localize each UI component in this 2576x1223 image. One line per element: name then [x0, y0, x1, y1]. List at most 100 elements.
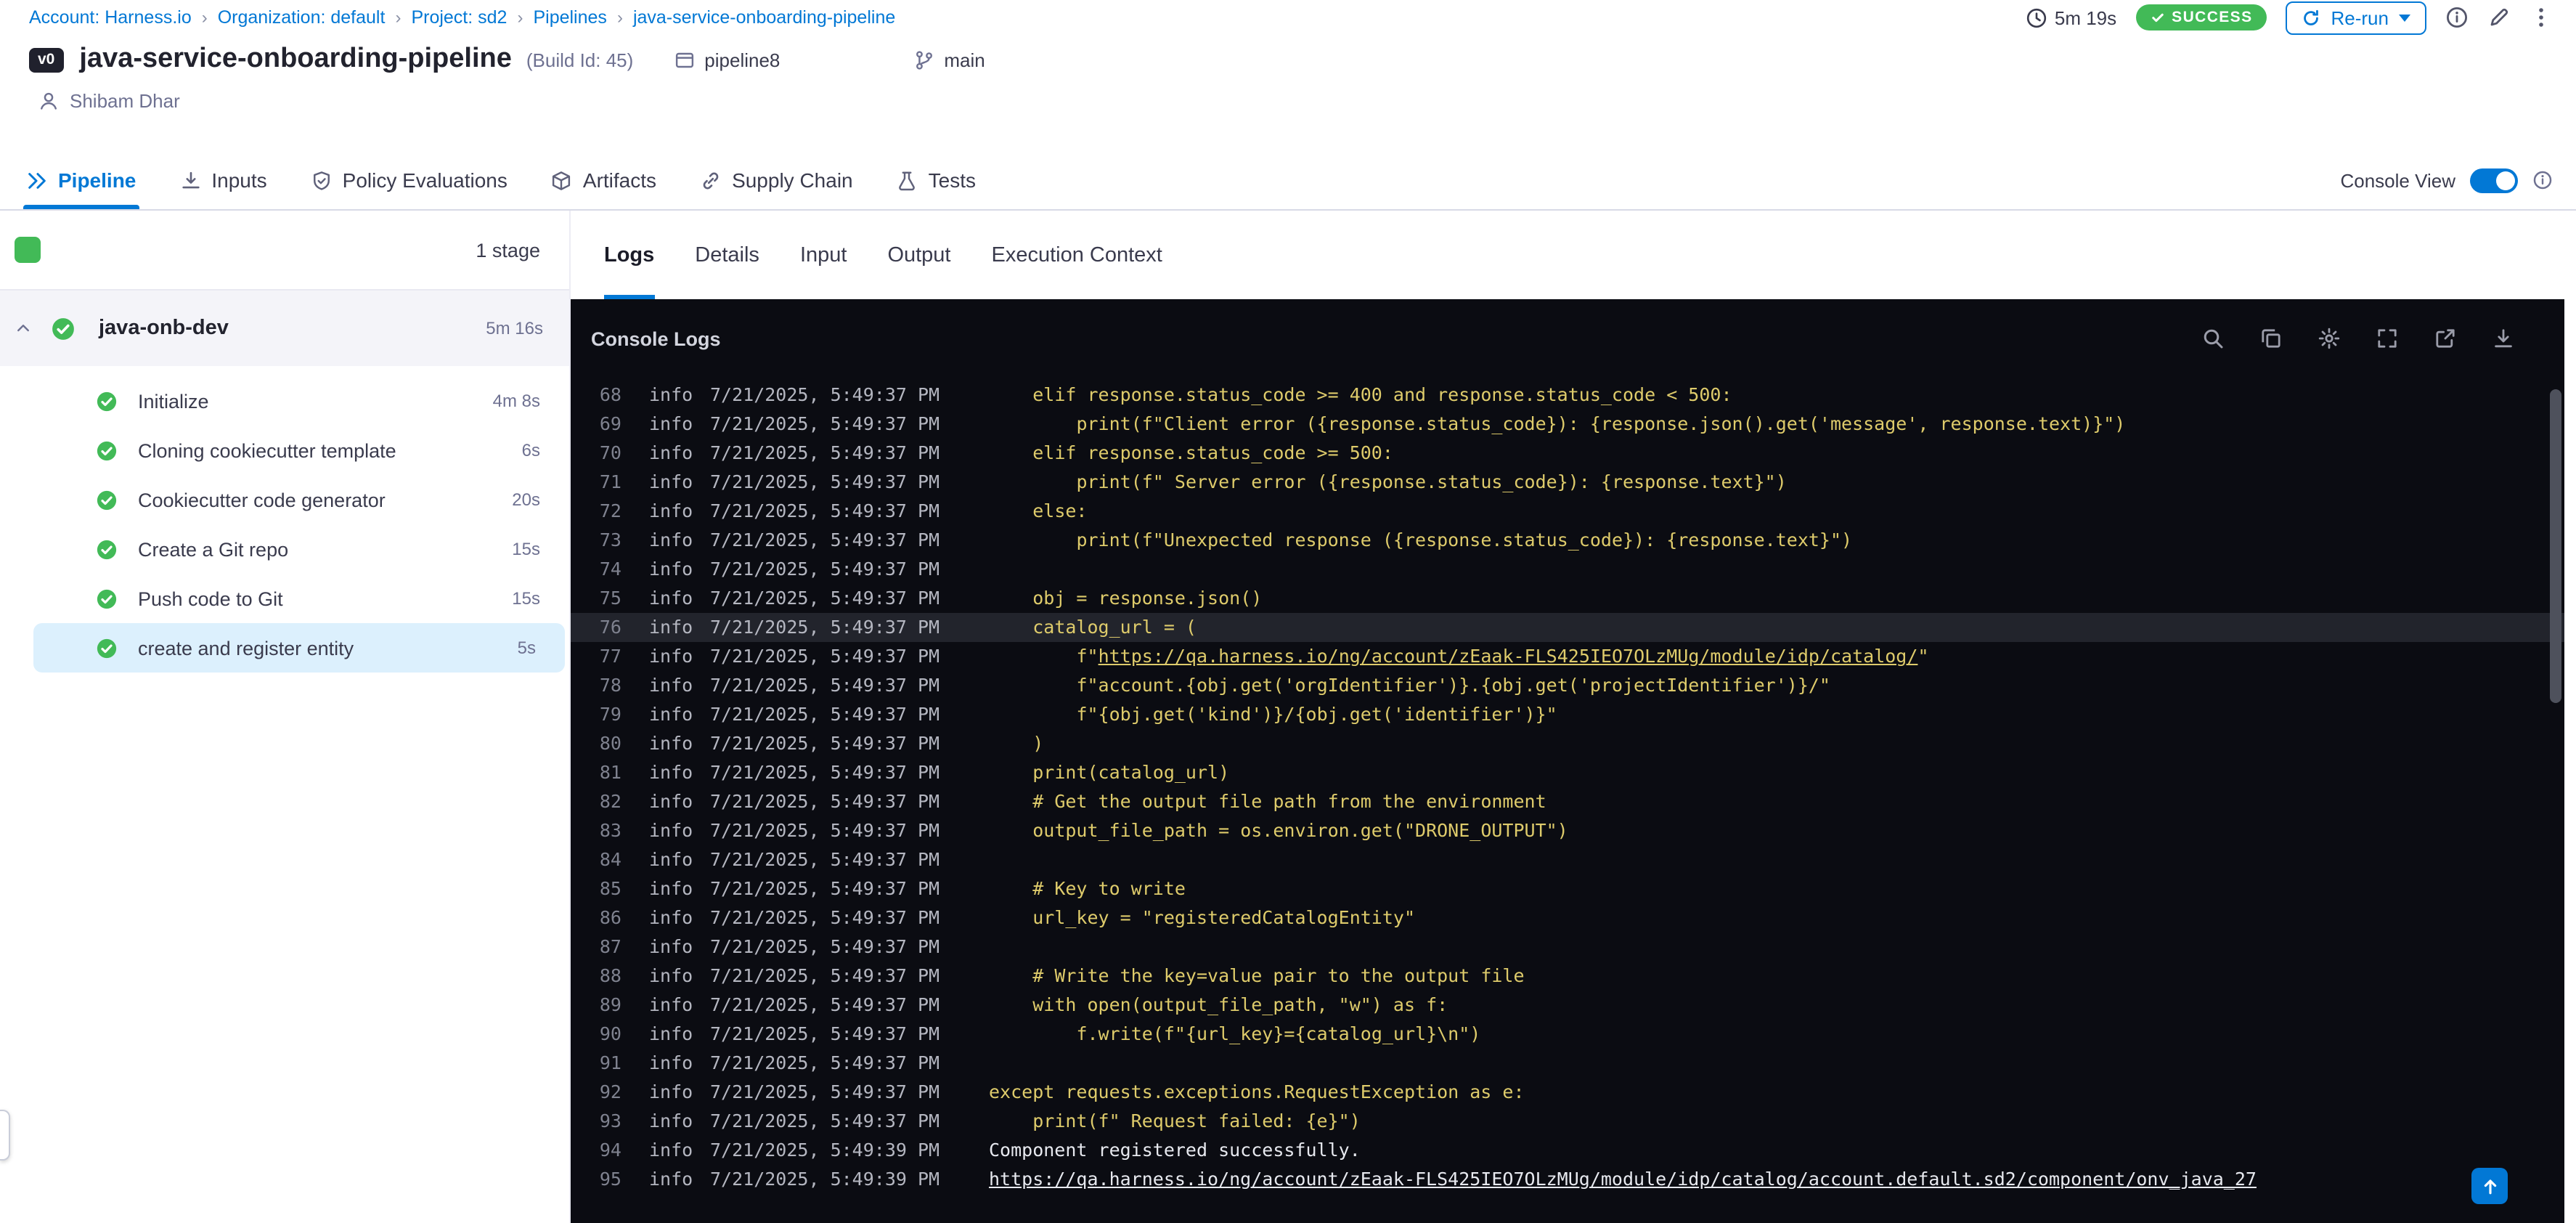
search-button[interactable]: [2201, 327, 2225, 350]
breadcrumb-link[interactable]: java-service-onboarding-pipeline: [633, 7, 895, 28]
log-line-72: 72 info 7/21/2025, 5:49:37 PM else:: [571, 497, 2564, 526]
log-message: # Get the output file path from the envi…: [989, 787, 1546, 816]
detail-tab-details[interactable]: Details: [695, 211, 759, 299]
tab-policy-evaluations[interactable]: Policy Evaluations: [311, 151, 508, 209]
branch-label: main: [944, 49, 985, 70]
execution-detail: Logs Details Input Output Execution Context …: [571, 211, 2576, 1223]
log-line-89: 89 info 7/21/2025, 5:49:37 PM with open(ou…: [571, 991, 2564, 1020]
log-line-number: 69: [599, 413, 621, 434]
step-label: create and register entity: [138, 637, 354, 659]
log-line-number: 80: [599, 732, 621, 754]
log-line-75: 75 info 7/21/2025, 5:49:37 PM obj = respon…: [571, 584, 2564, 613]
log-level: info: [649, 994, 693, 1015]
console-view-info-icon[interactable]: [2532, 170, 2553, 190]
log-body: 68 info 7/21/2025, 5:49:37 PM elif respons…: [571, 378, 2564, 1223]
step-create-and-register-entity[interactable]: create and register entity 5s: [33, 623, 565, 673]
tab-label: Artifacts: [582, 168, 657, 192]
more-options-button[interactable]: [2530, 6, 2553, 29]
log-line-number: 71: [599, 471, 621, 492]
scroll-to-top-button[interactable]: [2471, 1168, 2508, 1204]
log-level: info: [649, 413, 693, 434]
detail-tab-execution-context[interactable]: Execution Context: [992, 211, 1162, 299]
detail-tab-input[interactable]: Input: [800, 211, 847, 299]
log-timestamp: 7/21/2025, 5:49:37 PM: [710, 964, 940, 986]
step-initialize[interactable]: Initialize 4m 8s: [0, 376, 569, 426]
detail-tab-output[interactable]: Output: [887, 211, 950, 299]
log-text: output_file_path = os.environ.get("DRONE…: [1032, 819, 1568, 841]
log-level: info: [649, 383, 693, 405]
pipeline-tag-chip[interactable]: pipeline8: [674, 49, 780, 70]
log-timestamp: 7/21/2025, 5:49:37 PM: [710, 935, 940, 957]
log-line-83: 83 info 7/21/2025, 5:49:37 PM output_file_…: [571, 816, 2564, 845]
nav-expand-handle[interactable]: [0, 1110, 10, 1161]
log-text: elif response.status_code >= 400 and res…: [1032, 383, 1732, 405]
log-level: info: [649, 703, 693, 725]
tab-pipeline[interactable]: Pipeline: [23, 151, 139, 209]
log-text: with open(output_file_path, "w") as f:: [1032, 994, 1448, 1015]
step-label: Create a Git repo: [138, 538, 289, 560]
console-scrollbar-thumb[interactable]: [2550, 389, 2561, 703]
copy-icon: [2259, 327, 2283, 350]
log-link[interactable]: https://qa.harness.io/ng/account/zEaak-F…: [989, 1168, 2257, 1190]
step-label: Initialize: [138, 390, 209, 412]
log-timestamp: 7/21/2025, 5:49:37 PM: [710, 1023, 940, 1044]
log-line-70: 70 info 7/21/2025, 5:49:37 PM elif respons…: [571, 439, 2564, 468]
rerun-button[interactable]: Re-run: [2286, 1, 2426, 34]
log-line-number: 87: [599, 935, 621, 957]
check-circle-icon: [96, 637, 118, 659]
log-level: info: [649, 645, 693, 667]
step-cloning-cookiecutter-template[interactable]: Cloning cookiecutter template 6s: [0, 426, 569, 475]
breadcrumb-link[interactable]: Account: Harness.io: [29, 7, 192, 28]
log-link[interactable]: https://qa.harness.io/ng/account/zEaak-F…: [1099, 645, 1918, 667]
log-timestamp: 7/21/2025, 5:49:37 PM: [710, 703, 940, 725]
breadcrumb-link[interactable]: Pipelines: [533, 7, 606, 28]
execution-info-button[interactable]: [2445, 6, 2469, 29]
log-line-number: 89: [599, 994, 621, 1015]
tab-supply-chain[interactable]: Supply Chain: [700, 151, 853, 209]
breadcrumb-link[interactable]: Organization: default: [218, 7, 386, 28]
version-badge: v0: [29, 47, 64, 72]
stage-row-java-onb-dev[interactable]: java-onb-dev 5m 16s: [0, 290, 569, 366]
log-level: info: [649, 906, 693, 928]
check-circle-icon: [96, 439, 118, 461]
success-check-icon: [51, 316, 76, 341]
tab-tests[interactable]: Tests: [897, 151, 976, 209]
log-message: print(f" Server error ({response.status_…: [989, 468, 1786, 497]
edit-pipeline-button[interactable]: [2487, 6, 2511, 29]
log-text: f"{obj.get('kind')}/{obj.get('identifier…: [1076, 703, 1557, 725]
step-duration: 6s: [521, 440, 540, 460]
step-cookiecutter-code-generator[interactable]: Cookiecutter code generator 20s: [0, 475, 569, 524]
open-in-new-button[interactable]: [2434, 327, 2457, 350]
detail-tab-logs[interactable]: Logs: [604, 211, 654, 299]
log-level: info: [649, 964, 693, 986]
log-text: print(f"Client error ({response.status_c…: [1076, 413, 2126, 434]
log-line-number: 73: [599, 529, 621, 550]
log-message: f"account.{obj.get('orgIdentifier')}.{ob…: [989, 671, 1830, 700]
log-line-91: 91 info 7/21/2025, 5:49:37 PM: [571, 1049, 2564, 1078]
tab-artifacts[interactable]: Artifacts: [551, 151, 656, 209]
chevron-up-icon[interactable]: [15, 320, 32, 337]
log-level: info: [649, 877, 693, 899]
triggered-by: Shibam Dhar: [38, 90, 180, 112]
log-message: # Write the key=value pair to the output…: [989, 962, 1524, 991]
download-button[interactable]: [2492, 327, 2515, 350]
tab-inputs[interactable]: Inputs: [179, 151, 267, 209]
refresh-icon: [2302, 8, 2321, 27]
copy-button[interactable]: [2259, 327, 2283, 350]
log-timestamp: 7/21/2025, 5:49:37 PM: [710, 616, 940, 638]
console-view-toggle[interactable]: [2470, 168, 2518, 192]
branch-chip[interactable]: main: [913, 49, 985, 70]
log-message: catalog_url = (: [989, 613, 1197, 642]
check-circle-icon: [96, 489, 118, 511]
chevron-down-icon: [2399, 14, 2410, 21]
log-text: print(catalog_url): [1032, 761, 1230, 783]
breadcrumb-link[interactable]: Project: sd2: [411, 7, 507, 28]
step-create-a-git-repo[interactable]: Create a Git repo 15s: [0, 524, 569, 574]
breadcrumb-separator: ›: [395, 7, 402, 28]
settings-button[interactable]: [2318, 327, 2341, 350]
log-line-number: 77: [599, 645, 621, 667]
log-message: url_key = "registeredCatalogEntity": [989, 903, 1415, 933]
log-timestamp: 7/21/2025, 5:49:37 PM: [710, 645, 940, 667]
step-push-code-to-git[interactable]: Push code to Git 15s: [0, 574, 569, 623]
fullscreen-button[interactable]: [2376, 327, 2399, 350]
